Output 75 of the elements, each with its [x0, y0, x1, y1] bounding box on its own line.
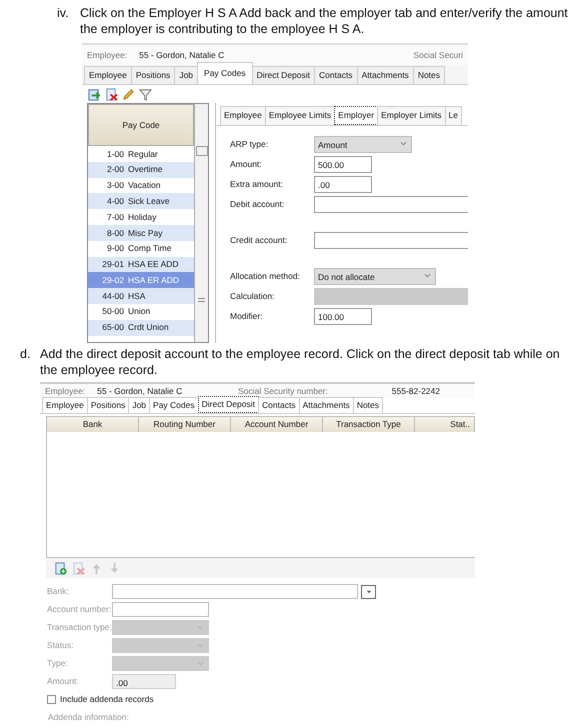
dropdown-button[interactable] — [361, 584, 376, 598]
list-marker: d. — [20, 346, 32, 363]
instruction-text: Add the direct deposit account to the employee record. Click on the direct deposit tab while on the employee record. — [40, 346, 561, 378]
field-label: Amount: — [47, 675, 80, 688]
field-label: Social Securi — [413, 48, 463, 62]
tab[interactable]: Pay Codes — [149, 397, 199, 413]
tab[interactable]: Direct Deposit — [198, 396, 260, 413]
ssn-value: 555-82-2242 — [392, 384, 440, 398]
pay-code-row[interactable]: 8-00 Misc Pay — [88, 224, 194, 241]
column-header[interactable]: Routing Number — [139, 417, 231, 432]
tab[interactable]: Positions — [130, 66, 176, 84]
tab[interactable]: Job — [174, 66, 198, 84]
input-field[interactable] — [112, 584, 358, 599]
checkbox-label[interactable]: Include addenda records — [60, 693, 154, 706]
input-field[interactable]: 500.00 — [314, 156, 372, 173]
pencil-icon[interactable] — [122, 88, 135, 100]
input-field[interactable] — [314, 196, 468, 213]
field-label: Extra amount: — [230, 178, 284, 191]
pay-code-row[interactable]: 44-00 HSA — [88, 288, 194, 304]
tab[interactable]: Contacts — [258, 397, 300, 413]
tab[interactable]: Employee — [220, 106, 266, 125]
input-field[interactable]: .00 — [314, 176, 372, 193]
input-field: .00 — [112, 674, 176, 689]
pay-code-row[interactable]: 3-00 Vacation — [88, 178, 194, 194]
delete-icon[interactable] — [105, 88, 118, 100]
tab[interactable]: Employer — [334, 106, 378, 125]
field-label: Status: — [47, 639, 74, 652]
tab[interactable]: Employee — [84, 66, 132, 84]
tab[interactable]: Employee — [42, 397, 88, 413]
column-header[interactable]: Bank — [47, 417, 139, 432]
dropdown[interactable]: Do not allocate — [314, 268, 436, 285]
add-document-icon[interactable] — [54, 562, 67, 574]
field-label: Calculation: — [230, 290, 276, 303]
field-label: Addenda information: — [48, 711, 130, 722]
input-field[interactable]: 100.00 — [314, 308, 372, 325]
field-label: Modifier: — [230, 310, 264, 323]
tab[interactable]: Direct Deposit — [252, 66, 316, 84]
instruction-text: Click on the Employer H S A Add back and the employer tab and enter/verify the amount the employer is contributing to the employee H S A. — [80, 5, 568, 37]
tab[interactable]: Contacts — [314, 66, 358, 84]
field-label: Debit account: — [230, 198, 286, 211]
field-label: Social Security number: — [238, 384, 328, 398]
pay-code-row[interactable]: 29-01 HSA EE ADD — [88, 256, 194, 272]
employee-name: 55 - Gordon, Natalie C — [139, 48, 224, 62]
employee-name: 55 - Gordon, Natalie C — [97, 384, 182, 398]
field-label: Account number: — [47, 603, 112, 616]
field-label: Amount: — [230, 158, 263, 171]
tab[interactable]: Attachments — [356, 66, 414, 84]
field-label: Credit account: — [230, 234, 288, 247]
column-header[interactable]: Stat.. — [415, 417, 475, 432]
tab[interactable]: Employee Limits — [264, 106, 336, 125]
field-label: Employee: — [45, 384, 86, 398]
tab[interactable]: Notes — [412, 66, 446, 84]
field-label: Allocation method: — [230, 270, 301, 283]
field-label: ARP type: — [230, 138, 270, 151]
scrollbar[interactable] — [194, 104, 208, 342]
list-marker: iv. — [57, 5, 70, 22]
tab[interactable]: Notes — [352, 397, 384, 413]
field-label: Type: — [47, 657, 69, 670]
pay-code-row[interactable]: 65-00 Crdt Union — [88, 320, 194, 336]
field-label: Bank: — [47, 585, 70, 598]
column-header[interactable]: Pay Code — [88, 104, 194, 146]
input-field[interactable] — [314, 232, 468, 249]
field-label: Employee: — [87, 48, 128, 62]
tab[interactable]: Pay Codes — [197, 62, 253, 84]
tab[interactable]: Employer Limits — [377, 106, 446, 125]
column-header[interactable]: Transaction Type — [323, 417, 415, 432]
pay-code-row[interactable]: 2-00 Overtime — [88, 162, 194, 178]
filter-icon[interactable] — [139, 88, 152, 100]
column-header[interactable]: Account Number — [231, 417, 323, 432]
pay-code-row[interactable]: 4-00 Sick Leave — [88, 193, 194, 210]
checkbox[interactable] — [47, 695, 56, 704]
field-label: Transaction type: — [47, 621, 112, 634]
dropdown[interactable]: Amount — [314, 136, 412, 153]
tab[interactable]: Le — [444, 106, 462, 125]
input-field[interactable] — [112, 602, 209, 617]
